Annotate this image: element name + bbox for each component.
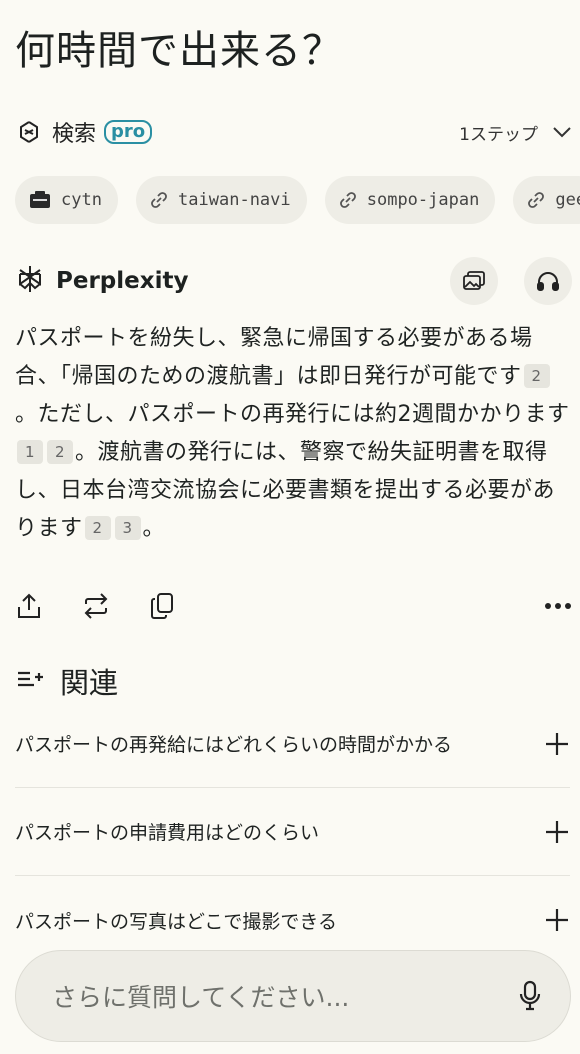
perplexity-logo-icon <box>16 264 44 298</box>
answer-header: Perplexity <box>16 256 572 306</box>
answer-text: パスポートを紛失し、緊急に帰国する必要がある場合、「帰国のための渡航書」は即日発… <box>15 320 571 548</box>
search-header[interactable]: 検索 pro 1ステップ <box>16 112 572 152</box>
copy-button[interactable] <box>150 592 174 620</box>
follow-up-input[interactable]: さらに質問してください... <box>15 950 571 1042</box>
rewrite-button[interactable] <box>82 593 110 619</box>
related-item-text: パスポートの申請費用はどのくらい <box>15 822 320 844</box>
source-chip-taiwan-navi[interactable]: taiwan-navi <box>136 176 307 224</box>
source-label: cytn <box>61 190 102 210</box>
more-horizontal-icon <box>545 603 571 609</box>
search-label: 検索 <box>52 122 97 147</box>
related-list: パスポートの再発給にはどれくらいの時間がかかる パスポートの申請費用はどのくらい… <box>15 700 570 964</box>
source-chips: cytn taiwan-navi sompo-japan gee <box>15 176 580 224</box>
steps-label: 1ステップ <box>459 124 538 145</box>
source-label: taiwan-navi <box>178 190 291 210</box>
plus-icon <box>544 907 570 933</box>
related-item[interactable]: パスポートの再発給にはどれくらいの時間がかかる <box>15 700 570 788</box>
answer-segment: パスポートを紛失し、緊急に帰国する必要がある場合、「帰国のための渡航書」は即日発… <box>15 326 533 389</box>
related-header: 関連 <box>16 660 118 702</box>
answer-segment: 。 <box>142 516 166 541</box>
related-list-icon <box>16 667 46 695</box>
source-label: sompo-japan <box>366 190 480 210</box>
source-label: gee <box>555 190 580 210</box>
answer-actions <box>16 588 572 624</box>
headphones-icon <box>537 272 559 291</box>
citation-badge[interactable]: 2 <box>84 516 111 540</box>
microphone-icon <box>519 980 541 1011</box>
chevron-down-icon <box>553 127 571 138</box>
related-item[interactable]: パスポートの申請費用はどのくらい <box>15 788 570 876</box>
source-chip-cytn[interactable]: cytn <box>15 176 118 224</box>
answer-segment: 。ただし、パスポートの再発行には約2週間かかります <box>15 402 570 427</box>
plus-icon <box>544 731 570 757</box>
follow-up-placeholder: さらに質問してください... <box>52 983 350 1012</box>
brand-name: Perplexity <box>56 268 189 294</box>
related-item-text: パスポートの再発給にはどれくらいの時間がかかる <box>15 734 453 756</box>
citation-badge[interactable]: 1 <box>17 440 43 464</box>
link-icon <box>527 191 545 209</box>
more-options-button[interactable] <box>544 602 572 610</box>
share-icon <box>18 593 40 618</box>
answer-header-actions <box>450 257 572 305</box>
microphone-button[interactable] <box>518 980 542 1012</box>
image-gallery-icon <box>463 271 485 290</box>
citation-badge[interactable]: 2 <box>47 440 73 464</box>
source-chip-sompo-japan[interactable]: sompo-japan <box>324 176 496 224</box>
question-title: 何時間で出来る？ <box>15 28 343 74</box>
search-steps-icon <box>16 119 42 145</box>
related-label: 関連 <box>60 666 119 700</box>
citation-badge[interactable]: 3 <box>114 516 141 540</box>
images-button[interactable] <box>450 257 498 305</box>
steps-toggle[interactable]: 1ステップ <box>459 120 572 145</box>
plus-icon <box>544 819 570 845</box>
repeat-icon <box>84 593 108 619</box>
copy-icon <box>151 593 173 619</box>
link-icon <box>150 191 168 209</box>
link-icon <box>339 191 357 209</box>
site-favicon-icon <box>29 191 51 209</box>
related-item-text: パスポートの写真はどこで撮影できる <box>15 910 338 933</box>
citation-badge[interactable]: 2 <box>523 364 550 388</box>
source-chip-gee[interactable]: gee <box>513 176 580 224</box>
listen-button[interactable] <box>524 257 572 305</box>
share-button[interactable] <box>16 592 42 620</box>
pro-badge: pro <box>104 120 153 144</box>
